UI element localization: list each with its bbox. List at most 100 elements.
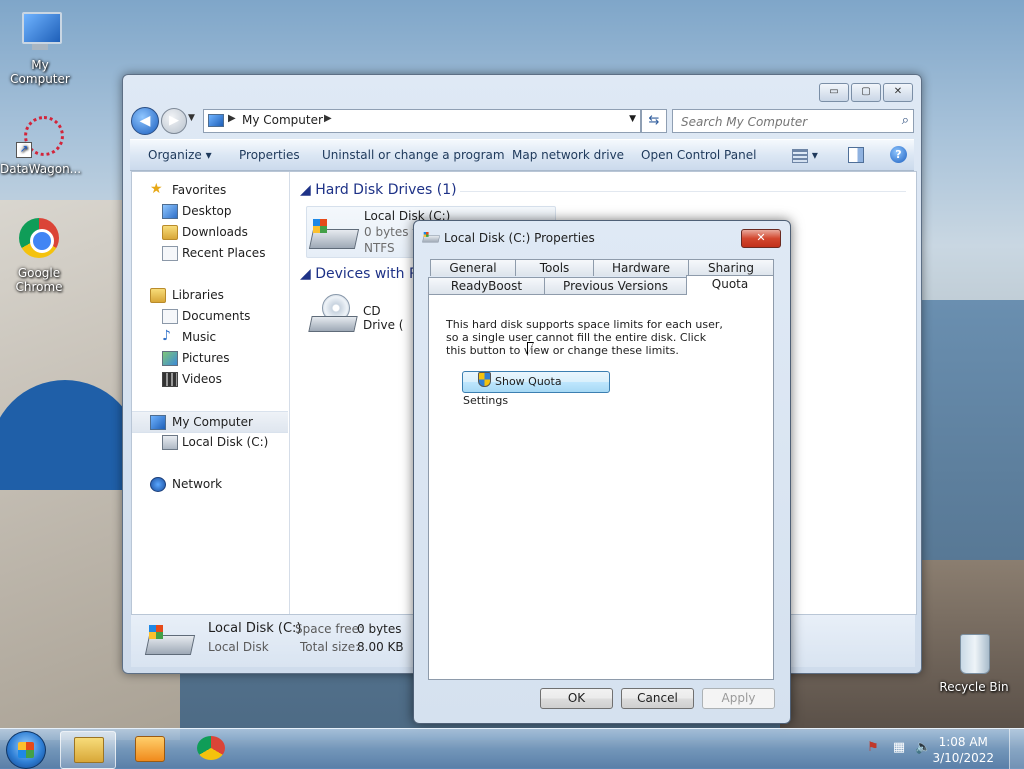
sidebar-item-downloads[interactable]: Downloads	[132, 222, 288, 242]
ok-button[interactable]: OK	[540, 688, 613, 709]
details-drive-type: Local Disk	[208, 640, 269, 654]
clock[interactable]: 1:08 AM 3/10/2022	[932, 734, 994, 766]
details-total-size-label: Total size:	[300, 640, 360, 654]
cd-drive-icon	[308, 294, 358, 334]
sidebar-item-videos[interactable]: Videos	[132, 369, 288, 389]
recent-pages-dropdown[interactable]: ▼	[188, 113, 195, 123]
desktop-icon-label: Recycle Bin	[939, 680, 1009, 694]
tab-readyboost[interactable]: ReadyBoost	[428, 277, 545, 294]
group-header-hard-disks[interactable]: ◢ Hard Disk Drives (1)	[300, 182, 457, 198]
hard-disk-icon	[144, 625, 196, 655]
breadcrumb-my-computer[interactable]: My Computer	[242, 113, 323, 127]
sidebar-item-label: Documents	[182, 309, 251, 323]
sidebar-item-label: Libraries	[172, 288, 224, 302]
computer-icon	[208, 114, 224, 127]
sidebar-item-favorites[interactable]: ★ Favorites	[132, 180, 288, 200]
organize-button[interactable]: Organize ▾	[148, 148, 212, 162]
quota-description: This hard disk supports space limits for…	[446, 318, 723, 357]
desktop-icon-chrome[interactable]: Google Chrome	[0, 216, 78, 294]
maximize-button[interactable]: ▢	[851, 83, 881, 102]
map-network-drive-button[interactable]: Map network drive	[512, 148, 624, 162]
drive-file-system: NTFS	[364, 241, 395, 255]
navigation-pane: ★ Favorites Desktop Downloads Recent Pla…	[132, 172, 290, 614]
help-button[interactable]: ?	[890, 146, 907, 163]
libraries-icon	[150, 288, 166, 303]
taskbar-chrome-button[interactable]	[184, 731, 238, 767]
chrome-icon	[15, 216, 63, 264]
uninstall-program-button[interactable]: Uninstall or change a program	[322, 148, 505, 162]
clock-date: 3/10/2022	[932, 751, 994, 765]
address-dropdown-icon[interactable]: ▼	[629, 114, 636, 124]
forward-button[interactable]: ▶	[161, 108, 187, 134]
windows-logo-icon	[18, 742, 34, 758]
star-icon: ★	[150, 181, 163, 197]
taskbar-explorer-button[interactable]	[60, 731, 116, 769]
sidebar-item-label: Pictures	[182, 351, 230, 365]
tab-previous-versions[interactable]: Previous Versions	[544, 277, 687, 294]
start-button[interactable]	[6, 731, 46, 769]
sidebar-item-pictures[interactable]: Pictures	[132, 348, 288, 368]
sidebar-item-label: Favorites	[172, 183, 227, 197]
desktop-icon-label: My Computer	[10, 58, 70, 86]
sidebar-item-label: Downloads	[182, 225, 248, 239]
show-quota-settings-button[interactable]: Show Quota Settings	[462, 371, 610, 407]
drive-item-cd[interactable]: CD Drive (	[306, 290, 416, 336]
tab-hardware[interactable]: Hardware	[593, 259, 689, 276]
search-input[interactable]	[679, 112, 883, 132]
group-header-label: Hard Disk Drives (1)	[315, 182, 457, 198]
mouse-cursor-icon	[527, 342, 541, 356]
desktop-icon-my-computer[interactable]: My Computer	[0, 8, 80, 86]
address-bar[interactable]: ▶ My Computer ▶ ▼	[203, 109, 641, 133]
details-drive-name: Local Disk (C:)	[208, 621, 302, 636]
sidebar-item-libraries[interactable]: Libraries	[132, 285, 288, 305]
refresh-button[interactable]: ⇆	[641, 109, 667, 133]
sidebar-item-my-computer[interactable]: My Computer	[132, 411, 288, 433]
pictures-icon	[162, 351, 178, 366]
group-header-label: Devices with Re	[315, 266, 427, 282]
breadcrumb-separator-icon[interactable]: ▶	[324, 113, 332, 124]
sidebar-item-music[interactable]: ♪ Music	[132, 327, 288, 347]
breadcrumb-separator-icon[interactable]: ▶	[228, 113, 236, 124]
desktop-icon-datawagon[interactable]: ↗ DataWagon...	[0, 112, 81, 176]
apply-button[interactable]: Apply	[702, 688, 775, 709]
search-icon[interactable]: ⌕	[902, 113, 909, 128]
search-box: ⌕	[672, 109, 914, 133]
film-strip-icon	[162, 372, 178, 387]
properties-button[interactable]: Properties	[239, 148, 300, 162]
sidebar-item-documents[interactable]: Documents	[132, 306, 288, 326]
cancel-button[interactable]: Cancel	[621, 688, 694, 709]
taskbar: ⚑ ▦ 🔈 1:08 AM 3/10/2022	[0, 728, 1024, 769]
views-dropdown-icon: ▾	[811, 148, 818, 162]
sidebar-item-label: Videos	[182, 372, 222, 386]
minimize-button[interactable]: ▭	[819, 83, 849, 102]
group-header-removable[interactable]: ◢ Devices with Re	[300, 266, 427, 282]
sidebar-item-local-disk[interactable]: Local Disk (C:)	[132, 432, 288, 452]
details-space-free-value: 0 bytes	[357, 622, 402, 636]
sidebar-item-label: My Computer	[172, 415, 253, 429]
show-desktop-button[interactable]	[1009, 729, 1024, 769]
details-space-free-label: Space free:	[295, 622, 364, 636]
dialog-close-button[interactable]: ✕	[741, 229, 781, 248]
close-button[interactable]: ✕	[883, 83, 913, 102]
volume-icon[interactable]: 🔈	[915, 741, 931, 755]
preview-pane-icon[interactable]	[848, 147, 864, 163]
sidebar-item-desktop[interactable]: Desktop	[132, 201, 288, 221]
computer-icon	[16, 8, 64, 56]
tab-quota[interactable]: Quota	[686, 275, 774, 295]
tab-tools[interactable]: Tools	[515, 259, 594, 276]
change-view-button[interactable]: ▾	[792, 148, 824, 163]
network-tray-icon[interactable]: ▦	[892, 741, 906, 755]
downloads-folder-icon	[162, 225, 178, 240]
sidebar-item-network[interactable]: Network	[132, 474, 288, 494]
open-control-panel-button[interactable]: Open Control Panel	[641, 148, 756, 162]
sidebar-item-recent-places[interactable]: Recent Places	[132, 243, 288, 263]
taskbar-media-player-button[interactable]	[122, 731, 176, 767]
group-divider	[460, 191, 906, 192]
tab-sharing[interactable]: Sharing	[688, 259, 774, 276]
action-center-flag-icon[interactable]: ⚑	[866, 741, 880, 755]
drive-name: CD Drive (	[363, 304, 404, 332]
recycle-bin-icon	[950, 630, 998, 678]
desktop-icon-recycle-bin[interactable]: Recycle Bin	[934, 630, 1014, 694]
tab-general[interactable]: General	[430, 259, 516, 276]
back-button[interactable]: ◀	[131, 107, 159, 135]
